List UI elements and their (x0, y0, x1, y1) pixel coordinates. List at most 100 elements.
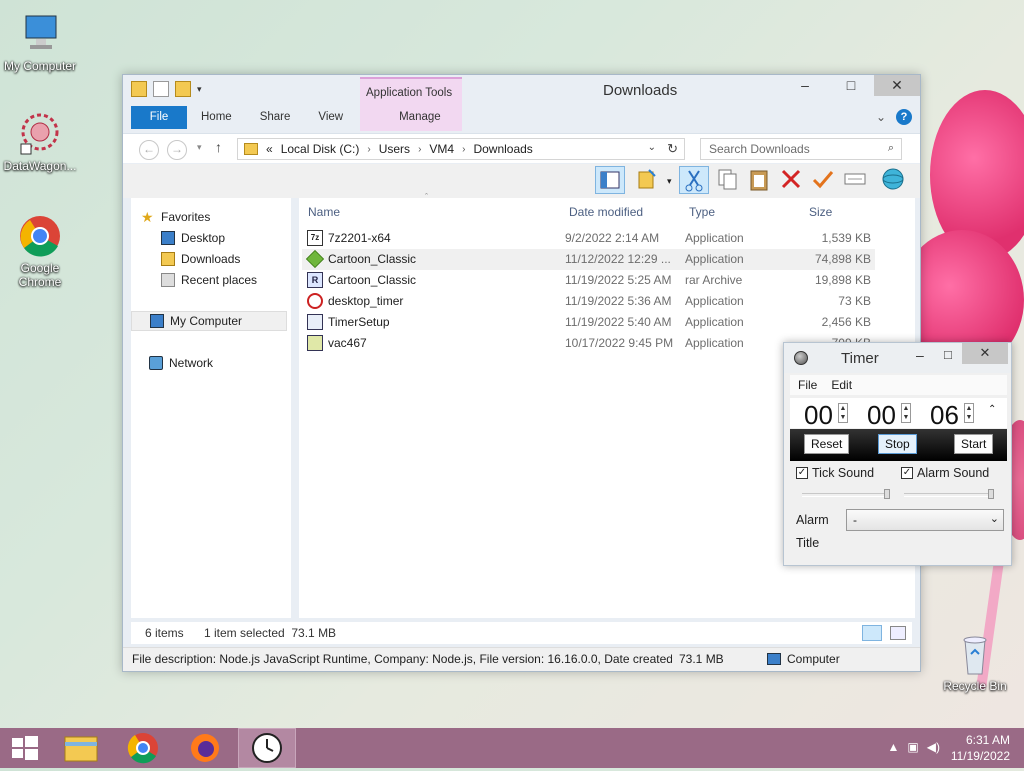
up-button[interactable]: ↑ (215, 139, 222, 155)
chevron-right-icon[interactable]: › (462, 144, 465, 155)
minimize-button[interactable]: – (916, 347, 924, 363)
alarm-sound-checkbox[interactable]: ✓ Alarm Sound (901, 466, 989, 480)
column-header-name[interactable]: Name (308, 205, 340, 219)
hours-spinner[interactable]: ▲ ▼ (838, 403, 848, 423)
column-header-date[interactable]: Date modified (569, 205, 643, 219)
slider-thumb[interactable] (884, 489, 890, 499)
menu-edit[interactable]: Edit (831, 375, 852, 395)
search-icon[interactable]: ⌕ (888, 142, 894, 155)
refresh-icon[interactable]: ↻ (667, 141, 678, 157)
alarm-select[interactable]: - ⌄ (846, 509, 1004, 531)
chevron-right-icon[interactable]: › (367, 144, 370, 155)
paste-icon[interactable] (745, 166, 775, 194)
taskbar-file-explorer[interactable] (52, 728, 110, 768)
file-row[interactable]: R Cartoon_Classic 11/19/2022 5:25 AM rar… (302, 270, 875, 291)
desktop-icon-recycle-bin[interactable]: Recycle Bin (935, 632, 1015, 693)
breadcrumb-vm4[interactable]: VM4 (429, 142, 454, 156)
chevron-down-icon[interactable]: ▾ (197, 81, 205, 97)
file-type: Application (685, 315, 744, 329)
details-view-icon[interactable] (862, 625, 882, 641)
menu-file[interactable]: File (798, 375, 817, 395)
folder-icon[interactable] (131, 81, 147, 97)
collapse-icon[interactable]: ⌃ (988, 404, 996, 415)
reset-button[interactable]: Reset (804, 434, 850, 454)
recent-locations-icon[interactable]: ▾ (197, 142, 202, 153)
file-row[interactable]: Cartoon_Classic 11/12/2022 12:29 ... App… (302, 249, 875, 270)
close-button[interactable]: ✕ (962, 343, 1008, 364)
command-toolbar: ▾ (123, 164, 920, 198)
forward-button[interactable]: → (167, 140, 187, 160)
network-icon[interactable]: ▣ (907, 740, 918, 754)
maximize-button[interactable]: □ (944, 347, 952, 362)
nav-label: Network (169, 356, 214, 370)
select-icon[interactable] (841, 166, 871, 194)
tick-volume-slider[interactable] (802, 489, 890, 499)
nav-recent-places[interactable]: Recent places (161, 270, 257, 290)
breadcrumb-downloads[interactable]: Downloads (473, 142, 532, 156)
file-row[interactable]: TimerSetup 11/19/2022 5:40 AM Applicatio… (302, 312, 875, 333)
delete-icon[interactable] (777, 166, 807, 194)
clock-date: 11/19/2022 (950, 749, 1010, 763)
nav-downloads[interactable]: Downloads (161, 249, 240, 269)
start-button[interactable]: Start (954, 434, 994, 454)
tick-sound-checkbox[interactable]: ✓ Tick Sound (796, 466, 874, 480)
volume-icon[interactable]: ◀) (927, 740, 940, 754)
help-icon[interactable]: ? (896, 109, 912, 125)
tab-file[interactable]: File (131, 106, 187, 129)
seconds-spinner[interactable]: ▲ ▼ (964, 403, 974, 423)
chevron-down-icon[interactable]: ▾ (667, 176, 672, 187)
nav-favorites[interactable]: ★ Favorites (141, 207, 210, 227)
slider-thumb[interactable] (988, 489, 994, 499)
search-input[interactable]: Search Downloads (700, 138, 902, 160)
column-header-type[interactable]: Type (689, 205, 715, 219)
alarm-sound-label: Alarm Sound (917, 466, 990, 480)
breadcrumb-overflow[interactable]: « (266, 142, 273, 156)
large-icons-view-icon[interactable] (890, 626, 906, 640)
nav-network[interactable]: Network (149, 353, 213, 373)
copy-icon[interactable] (713, 166, 743, 194)
alarm-volume-slider[interactable] (904, 489, 994, 499)
file-row[interactable]: 7z 7z2201-x64 9/2/2022 2:14 AM Applicati… (302, 228, 875, 249)
desktop-icon-google-chrome[interactable]: Google Chrome (0, 214, 80, 289)
file-row[interactable]: desktop_timer 11/19/2022 5:36 AM Applica… (302, 291, 875, 312)
file-name: TimerSetup (328, 315, 390, 329)
start-button[interactable] (0, 728, 58, 768)
cut-icon[interactable] (679, 166, 709, 194)
close-button[interactable]: ✕ (874, 75, 920, 96)
new-folder-icon[interactable] (175, 81, 191, 97)
show-hidden-icons-icon[interactable]: ▲ (888, 740, 900, 754)
breadcrumb-local-disk[interactable]: Local Disk (C:) (281, 142, 360, 156)
breadcrumb-users[interactable]: Users (379, 142, 410, 156)
properties-icon[interactable] (633, 166, 663, 194)
globe-icon[interactable] (879, 166, 909, 194)
nav-my-computer[interactable]: My Computer (131, 311, 287, 331)
tab-home[interactable]: Home (187, 106, 246, 129)
maximize-button[interactable]: □ (828, 75, 874, 96)
chevron-down-icon[interactable]: ⌄ (648, 142, 656, 153)
desktop-icon-my-computer[interactable]: My Computer (0, 12, 80, 73)
stop-button[interactable]: Stop (878, 434, 917, 454)
column-header-size[interactable]: Size (809, 205, 832, 219)
minimize-button[interactable]: – (782, 75, 828, 96)
rename-checkmark-icon[interactable] (809, 166, 839, 194)
taskbar-chrome[interactable] (114, 728, 172, 768)
chevron-right-icon[interactable]: › (418, 144, 421, 155)
tab-share[interactable]: Share (246, 106, 305, 129)
minutes-value[interactable]: 00 (867, 400, 896, 431)
seconds-value[interactable]: 06 (930, 400, 959, 431)
minutes-spinner[interactable]: ▲ ▼ (901, 403, 911, 423)
back-button[interactable]: ← (139, 140, 159, 160)
address-bar[interactable]: « Local Disk (C:) › Users › VM4 › Downlo… (237, 138, 685, 160)
recycle-bin-icon (953, 632, 997, 676)
taskbar-timer[interactable] (238, 728, 296, 768)
tab-manage[interactable]: Manage (385, 106, 455, 129)
tab-view[interactable]: View (304, 106, 357, 129)
preview-pane-icon[interactable] (595, 166, 625, 194)
properties-icon[interactable] (153, 81, 169, 97)
nav-desktop[interactable]: Desktop (161, 228, 225, 248)
clock[interactable]: 6:31 AM 11/19/2022 (951, 732, 1010, 764)
desktop-icon-datawagon[interactable]: DataWagon... (0, 112, 80, 173)
hours-value[interactable]: 00 (804, 400, 833, 431)
expand-ribbon-icon[interactable]: ⌄ (876, 110, 886, 124)
taskbar-firefox[interactable] (176, 728, 234, 768)
